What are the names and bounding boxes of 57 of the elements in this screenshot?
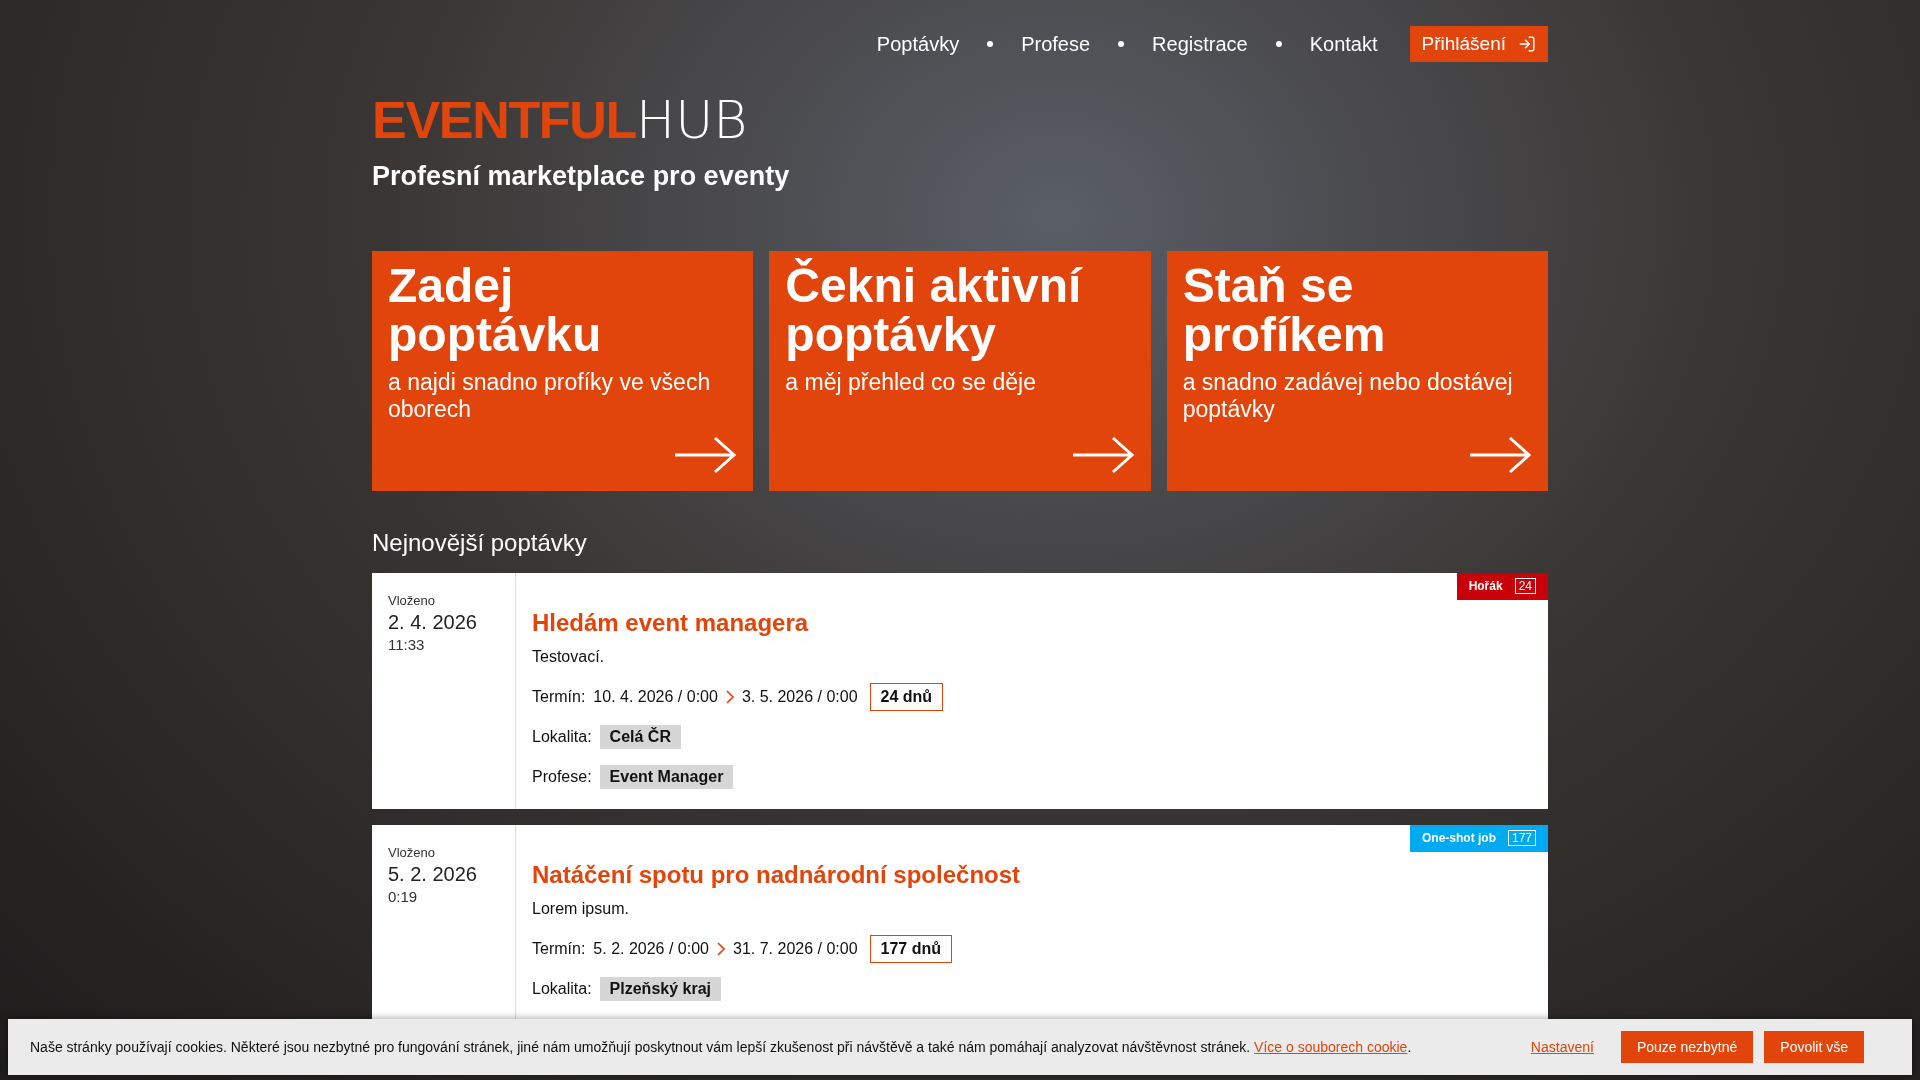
- category-count: 177: [1507, 830, 1536, 846]
- chevron-right-icon: [717, 941, 725, 956]
- login-icon: [1518, 35, 1536, 53]
- cookie-notice: Naše stránky používají cookies. Některé jsou nezbytné pro fungování stránek, jiné nám umožňují poskytnout vám lepší zkušenost při návštěvě a také nám pomáhají analyzovat návštěvnost stránek. Více o souborech cookie.: [30, 1037, 1412, 1057]
- nav-link[interactable]: Profese: [1021, 29, 1091, 59]
- location-label: Lokalita:: [532, 978, 592, 999]
- nav-link[interactable]: Registrace: [1152, 29, 1248, 59]
- posted-time: 0:19: [388, 887, 419, 907]
- profession-label: Profese:: [532, 766, 592, 787]
- profession-tag: Event Manager: [599, 764, 734, 789]
- logo-wordmark: EVENTFUL: [372, 94, 637, 146]
- arrow-right-icon: [1468, 434, 1532, 475]
- arrow-right-icon: [1070, 434, 1135, 475]
- listing-description: Testovací.: [532, 646, 606, 667]
- necessary-only-button[interactable]: Pouze nezbytné: [1620, 1031, 1754, 1063]
- posted-label: Vloženo: [388, 843, 436, 862]
- posted-time: 11:33: [388, 635, 426, 655]
- promo-card[interactable]: Zadej poptávku a najdi snadno profíky ve všech oborech: [372, 250, 754, 491]
- promo-title: Zadej poptávku: [388, 260, 603, 359]
- login-button[interactable]: Přihlášení: [1409, 26, 1548, 62]
- promo-title: Staň se profíkem: [1182, 260, 1387, 359]
- category-label: Hořák: [1468, 578, 1503, 595]
- promo-card[interactable]: Čekni aktivní poptávky a měj přehled co se děje: [769, 250, 1151, 491]
- term-start: 10. 4. 2026 / 0:00: [593, 686, 718, 707]
- allow-all-button[interactable]: Povolit vše: [1764, 1031, 1864, 1063]
- promo-subtitle: a měj přehled co se děje: [785, 368, 1037, 396]
- posted-date: 2. 4. 2026: [388, 610, 478, 634]
- category-label: One-shot job: [1421, 830, 1496, 847]
- nav-link[interactable]: Kontakt: [1309, 29, 1378, 59]
- logo-wordmark: HUB: [636, 94, 748, 146]
- location-tag: Celá ČR: [599, 724, 681, 749]
- location-tag: Plzeňský kraj: [599, 976, 721, 1001]
- term-end: 31. 7. 2026 / 0:00: [733, 938, 858, 959]
- tagline: Profesní marketplace pro eventy: [372, 160, 791, 193]
- listing-description: Lorem ipsum.: [532, 898, 630, 919]
- promo-subtitle: a najdi snadno profíky ve všech oborech: [388, 368, 712, 423]
- listing-title[interactable]: Hledám event managera: [532, 604, 1532, 641]
- section-title: Nejnovější poptávky: [372, 527, 588, 558]
- cookie-settings-link[interactable]: Nastavení: [1530, 1036, 1594, 1058]
- cookie-info-link[interactable]: Více o souborech cookie: [1254, 1038, 1408, 1055]
- promo-subtitle: a snadno zadávej nebo dostávej poptávky: [1182, 368, 1514, 423]
- chevron-right-icon: [725, 689, 734, 704]
- posted-label: Vloženo: [388, 591, 436, 610]
- location-label: Lokalita:: [532, 726, 592, 747]
- promo-title: Čekni aktivní poptávky: [785, 260, 1084, 359]
- listing-title[interactable]: Natáčení spotu pro nadnárodní společnost: [532, 856, 1532, 893]
- term-end: 3. 5. 2026 / 0:00: [741, 686, 858, 707]
- term-label: Termín:: [532, 938, 586, 959]
- term-start: 5. 2. 2026 / 0:00: [593, 938, 709, 959]
- duration-badge: 177 dnů: [869, 934, 952, 963]
- duration-badge: 24 dnů: [869, 682, 944, 711]
- promo-card[interactable]: Staň se profíkem a snadno zadávej nebo dostávej poptávky: [1166, 250, 1548, 491]
- posted-date: 5. 2. 2026: [388, 862, 478, 886]
- arrow-right-icon: [673, 434, 738, 475]
- nav-link[interactable]: Poptávky: [876, 29, 960, 59]
- term-label: Termín:: [532, 686, 586, 707]
- category-count: 24: [1514, 578, 1536, 594]
